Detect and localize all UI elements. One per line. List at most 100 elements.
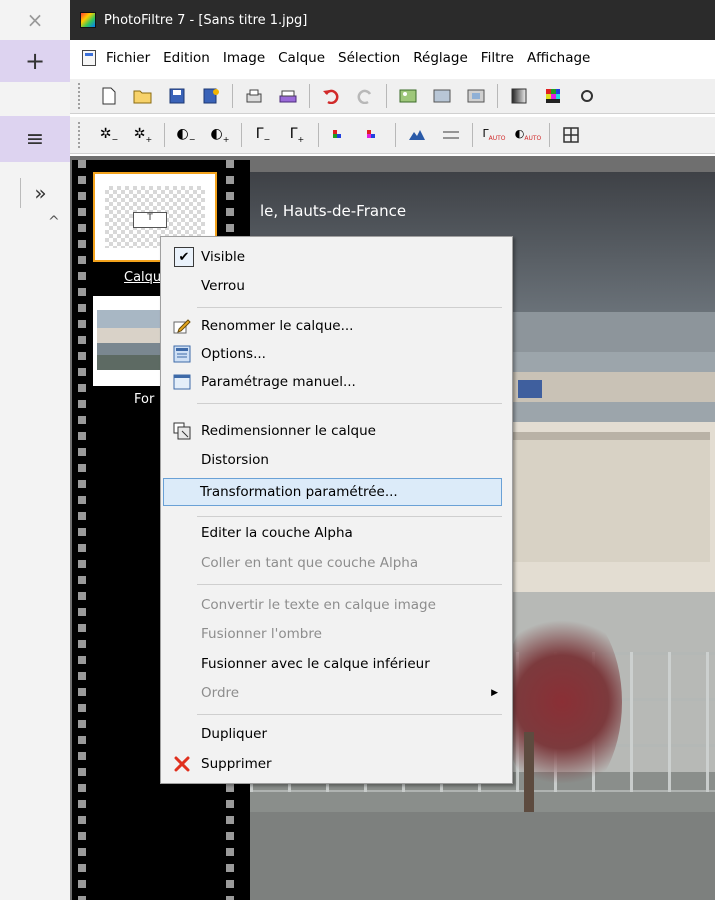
toolbar-separator [549, 123, 550, 147]
print-icon[interactable] [243, 85, 265, 107]
submenu-arrow-icon: ▶ [491, 688, 498, 698]
menu-item-supprimer[interactable]: Supprimer [163, 751, 510, 777]
menu-fichier[interactable]: Fichier [106, 50, 150, 66]
menu-item-convertir-texte: Convertir le texte en calque image [163, 592, 510, 618]
menu-separator [197, 516, 502, 517]
menu-separator [197, 403, 502, 404]
window-title: PhotoFiltre 7 - [Sans titre 1.jpg] [104, 12, 308, 28]
menu-item-label: Supprimer [201, 756, 272, 772]
gradient-icon[interactable] [508, 85, 530, 107]
menu-item-ordre: Ordre ▶ [163, 680, 510, 706]
menu-item-label: Renommer le calque... [201, 318, 354, 334]
menu-item-parametrage-manuel[interactable]: Paramétrage manuel... [163, 369, 510, 395]
text-layer-mark: T [133, 212, 167, 228]
contrast-up-icon[interactable]: ◐+ [209, 124, 231, 146]
toolbar-grip[interactable] [78, 122, 82, 148]
menu-edition[interactable]: Edition [163, 50, 210, 66]
undo-icon[interactable] [320, 85, 342, 107]
mountain-icon[interactable] [406, 124, 428, 146]
menu-item-fusionner-inferieur[interactable]: Fusionner avec le calque inférieur [163, 651, 510, 677]
toolbar-separator [386, 84, 387, 108]
add-icon[interactable]: + [0, 40, 70, 82]
layer-label-fond[interactable]: For [134, 392, 154, 407]
checkmark-icon: ✔ [174, 247, 194, 267]
menu-separator [197, 307, 502, 308]
menu-item-verrou[interactable]: Verrou [163, 273, 510, 299]
image-icon-1[interactable] [397, 85, 419, 107]
saturation-up-icon[interactable] [363, 124, 385, 146]
layer-label-calque[interactable]: Calqu [124, 270, 161, 285]
photo-ground [250, 812, 715, 900]
scan-icon[interactable] [277, 85, 299, 107]
menu-separator [197, 714, 502, 715]
image-icon-2[interactable] [431, 85, 453, 107]
menu-item-redimensionner[interactable]: Redimensionner le calque [163, 418, 510, 444]
menu-affichage[interactable]: Affichage [527, 50, 590, 66]
menu-selection[interactable]: Sélection [338, 50, 400, 66]
toolbar-separator [164, 123, 165, 147]
delete-x-icon [173, 755, 191, 773]
gamma-up-icon[interactable]: Γ+ [286, 124, 308, 146]
menu-item-editer-alpha[interactable]: Editer la couche Alpha [163, 520, 510, 546]
menu-item-label: Transformation paramétrée... [200, 484, 398, 500]
menu-item-visible[interactable]: ✔ Visible [163, 244, 510, 270]
menu-item-dupliquer[interactable]: Dupliquer [163, 721, 510, 747]
rename-pencil-icon [173, 317, 191, 335]
menu-filtre[interactable]: Filtre [481, 50, 514, 66]
new-file-icon[interactable] [98, 85, 120, 107]
menu-item-label: Paramétrage manuel... [201, 374, 356, 390]
gamma-down-icon[interactable]: Γ− [252, 124, 274, 146]
menu-bar: Fichier Edition Image Calque Sélection R… [70, 40, 715, 76]
toolbar-separator [232, 84, 233, 108]
toolbar-separator [241, 123, 242, 147]
toolbar-separator [395, 123, 396, 147]
color-grid-icon[interactable] [542, 85, 564, 107]
hamburger-menu-icon[interactable]: ≡ [0, 116, 70, 162]
menu-image[interactable]: Image [223, 50, 265, 66]
resize-layer-icon [173, 422, 191, 440]
menu-item-label: Distorsion [201, 452, 269, 468]
photo-tree [502, 602, 622, 802]
menu-item-options[interactable]: Options... [163, 341, 510, 367]
brightness-down-icon[interactable]: ✲− [98, 124, 120, 146]
brightness-up-icon[interactable]: ✲+ [132, 124, 154, 146]
document-icon[interactable] [82, 50, 96, 66]
contrast-down-icon[interactable]: ◐− [175, 124, 197, 146]
menu-item-label: Convertir le texte en calque image [201, 597, 436, 613]
close-panel-icon[interactable]: × [0, 0, 70, 40]
image-icon-3[interactable] [465, 85, 487, 107]
menu-reglage[interactable]: Réglage [413, 50, 468, 66]
menu-item-transformation-parametree[interactable]: Transformation paramétrée... [163, 478, 502, 506]
adjustment-toolbar: ✲− ✲+ ◐− ◐+ Γ− Γ+ ΓAUTO ◐AUTO [70, 116, 715, 154]
menu-item-label: Visible [201, 249, 246, 265]
toolbar-separator [318, 123, 319, 147]
expand-panel-icon[interactable]: » [20, 178, 60, 208]
toolbar-separator [497, 84, 498, 108]
save-icon[interactable] [166, 85, 188, 107]
photo-sign [518, 380, 542, 398]
levels-icon[interactable] [440, 124, 462, 146]
toolbar-grip[interactable] [78, 83, 82, 109]
auto-gamma-icon[interactable]: ΓAUTO [482, 124, 505, 146]
menu-item-distorsion[interactable]: Distorsion [163, 447, 510, 473]
open-folder-icon[interactable] [132, 85, 154, 107]
settings-icon[interactable] [576, 85, 598, 107]
film-perforations [78, 160, 86, 900]
menu-item-label: Coller en tant que couche Alpha [201, 555, 419, 571]
menu-item-renommer[interactable]: Renommer le calque... [163, 313, 510, 339]
menu-item-label: Options... [201, 346, 266, 362]
main-toolbar [70, 78, 715, 114]
saturation-down-icon[interactable] [329, 124, 351, 146]
canvas-caption-text: le, Hauts-de-France [260, 202, 407, 220]
auto-contrast-icon[interactable]: ◐AUTO [515, 124, 542, 146]
menu-item-label: Dupliquer [201, 726, 268, 742]
grid-icon[interactable] [560, 124, 582, 146]
menu-item-label: Verrou [201, 278, 245, 294]
chevron-up-icon[interactable]: ^ [48, 214, 60, 230]
save-as-icon[interactable] [200, 85, 222, 107]
menu-item-label: Fusionner avec le calque inférieur [201, 656, 430, 672]
toolbar-separator [472, 123, 473, 147]
title-bar: PhotoFiltre 7 - [Sans titre 1.jpg] [70, 0, 715, 40]
menu-calque[interactable]: Calque [278, 50, 325, 66]
redo-icon[interactable] [354, 85, 376, 107]
